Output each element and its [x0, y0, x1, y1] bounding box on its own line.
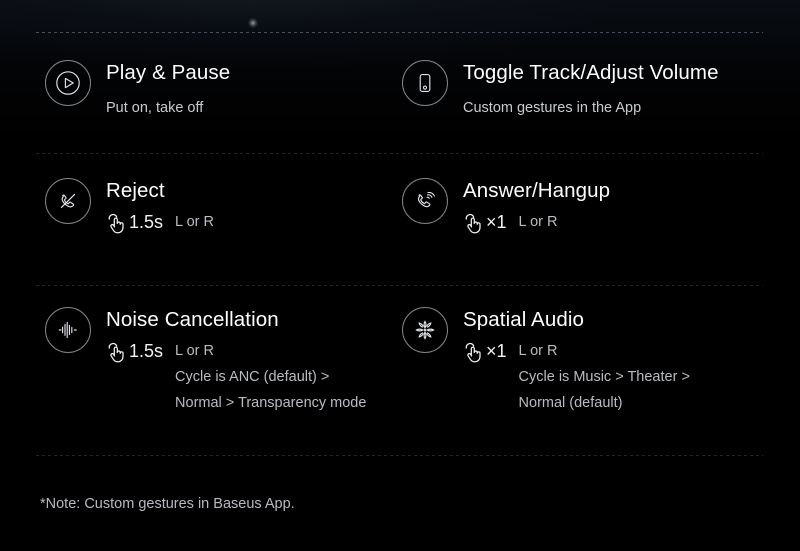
gesture-detail: L or R: [519, 210, 558, 234]
feature-title: Reject: [106, 179, 165, 202]
gesture-detail: L or R Cycle is ANC (default) > Normal >…: [175, 339, 366, 415]
feature-title: Spatial Audio: [463, 308, 584, 331]
gesture-detail: L or R Cycle is Music > Theater > Normal…: [519, 339, 690, 415]
gesture-duration: ×1: [486, 212, 507, 232]
noise-cancellation-waveform-icon: [45, 307, 91, 353]
gesture-detail: L or R: [175, 210, 214, 234]
gesture-side: L or R: [175, 343, 214, 359]
tap-hand-icon: [463, 341, 485, 365]
play-circle-icon: [45, 60, 91, 106]
feature-title: Noise Cancellation: [106, 308, 279, 331]
top-glow-dot: [248, 18, 258, 28]
feature-text: Noise Cancellation 1.5s L or R Cycle is …: [106, 305, 366, 415]
feature-row: Reject 1.5s L or R Answer/Hangup ×1 L or…: [0, 153, 800, 285]
gesture-line: ×1 L or R: [463, 210, 610, 236]
gesture-duration: 1.5s: [129, 212, 164, 232]
feature-grid: Play & Pause Put on, take off Toggle Tra…: [0, 32, 800, 455]
gesture-line: 1.5s L or R: [106, 210, 214, 236]
feature-subtitle: Put on, take off: [106, 100, 204, 116]
gesture-line: 1.5s L or R Cycle is ANC (default) > Nor…: [106, 339, 366, 415]
feature-item-answer-hangup: Answer/Hangup ×1 L or R: [390, 153, 800, 285]
feature-subtitle: Custom gestures in the App: [463, 100, 642, 116]
gesture-side: L or R: [518, 343, 558, 359]
feature-text: Toggle Track/Adjust Volume Custom gestur…: [463, 58, 719, 118]
feature-item-toggle-track: Toggle Track/Adjust Volume Custom gestur…: [390, 32, 800, 153]
feature-item-play-pause: Play & Pause Put on, take off: [0, 32, 390, 153]
gesture-cycle-line-1: Cycle is ANC (default) >: [175, 369, 330, 385]
gesture-side: L or R: [175, 214, 214, 230]
gesture-guide-panel: Play & Pause Put on, take off Toggle Tra…: [0, 0, 800, 551]
phone-reject-icon: [45, 178, 91, 224]
phone-ringing-icon: [402, 178, 448, 224]
feature-row: Noise Cancellation 1.5s L or R Cycle is …: [0, 285, 800, 455]
feature-title: Answer/Hangup: [463, 179, 611, 202]
tap-hand-icon: [106, 212, 128, 236]
feature-item-reject: Reject 1.5s L or R: [0, 153, 390, 285]
spatial-audio-icon: [402, 307, 448, 353]
feature-item-spatial-audio: Spatial Audio ×1 L or R Cycle is Music >…: [390, 285, 800, 455]
feature-text: Answer/Hangup ×1 L or R: [463, 176, 610, 236]
feature-item-noise-cancellation: Noise Cancellation 1.5s L or R Cycle is …: [0, 285, 390, 455]
feature-row: Play & Pause Put on, take off Toggle Tra…: [0, 32, 800, 153]
footer-note: *Note: Custom gestures in Baseus App.: [40, 496, 295, 512]
divider-row-3: [36, 455, 763, 456]
earbud-device-icon: [402, 60, 448, 106]
feature-title: Toggle Track/Adjust Volume: [463, 61, 719, 84]
gesture-line: ×1 L or R Cycle is Music > Theater > Nor…: [463, 339, 690, 415]
feature-text: Reject 1.5s L or R: [106, 176, 214, 236]
gesture-duration: 1.5s: [129, 341, 164, 361]
feature-title: Play & Pause: [106, 61, 231, 84]
tap-hand-icon: [463, 212, 485, 236]
gesture-cycle-line-2: Normal (default): [518, 395, 623, 411]
feature-text: Spatial Audio ×1 L or R Cycle is Music >…: [463, 305, 690, 415]
gesture-cycle-line-2: Normal > Transparency mode: [175, 395, 367, 411]
feature-text: Play & Pause Put on, take off: [106, 58, 230, 118]
gesture-duration: ×1: [486, 341, 507, 361]
gesture-side: L or R: [518, 214, 558, 230]
gesture-cycle-line-1: Cycle is Music > Theater >: [518, 369, 690, 385]
tap-hand-icon: [106, 341, 128, 365]
